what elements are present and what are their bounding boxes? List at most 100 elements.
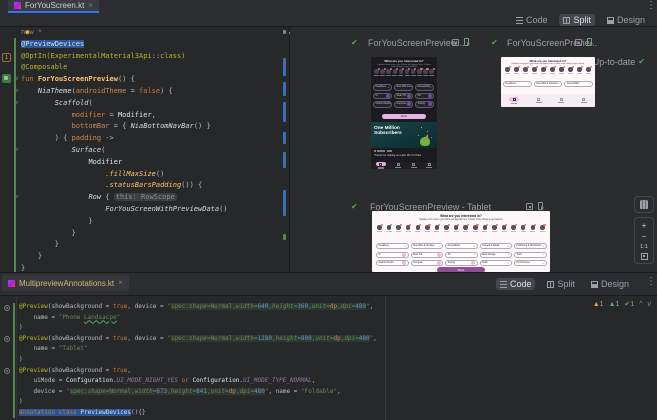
avatar bbox=[511, 225, 516, 232]
close-icon[interactable]: × bbox=[118, 279, 123, 287]
topic-chip: Headlines+ bbox=[376, 243, 409, 249]
tab-multipreview-annotations[interactable]: MultipreviewAnnotations.kt × bbox=[2, 275, 129, 291]
preview-settings-gear-icon[interactable] bbox=[4, 368, 10, 374]
code-line: @Preview(showBackground = true, device =… bbox=[19, 334, 377, 345]
add-topic-circle bbox=[386, 94, 390, 98]
code-editor-bottom[interactable]: @Preview(showBackground = true, device =… bbox=[0, 296, 657, 420]
fold-icon[interactable]: ∨ bbox=[15, 194, 19, 200]
zoom-in-button[interactable]: + bbox=[642, 222, 647, 230]
code-line: n●w * bbox=[21, 27, 228, 39]
zoom-reset-button[interactable]: 1:1 bbox=[640, 244, 648, 250]
code-mode-button[interactable]: Code bbox=[496, 278, 536, 290]
fold-icon[interactable]: ∨ bbox=[15, 147, 19, 153]
nav-item bbox=[536, 98, 542, 103]
authors-row bbox=[505, 67, 591, 74]
news-title: One Million Subscribers bbox=[374, 126, 418, 137]
code-line: modifier = Modifier, bbox=[21, 110, 228, 122]
follow-badge bbox=[448, 224, 450, 226]
avatar bbox=[514, 67, 519, 74]
follow-badge bbox=[518, 66, 520, 68]
preview-card-phone-landscape[interactable]: What are you interested in? Updates from… bbox=[501, 57, 595, 107]
design-mode-button[interactable]: Design bbox=[603, 14, 649, 26]
stripe-mark[interactable] bbox=[283, 102, 286, 122]
code-line: @PreviewDevices bbox=[21, 39, 228, 51]
run-on-device-icon[interactable] bbox=[587, 38, 592, 46]
bookmark-1-icon[interactable]: 1 bbox=[2, 53, 11, 62]
overflow-menu-icon[interactable]: ⋮ bbox=[646, 1, 656, 11]
follow-badge bbox=[509, 66, 511, 68]
follow-badge bbox=[554, 66, 556, 68]
selected-nav-pill bbox=[376, 162, 386, 167]
interactive-mode-icon[interactable] bbox=[452, 39, 459, 46]
topic-chip: 3D+ bbox=[445, 252, 478, 258]
fold-icon[interactable]: ∨ bbox=[15, 88, 19, 94]
topic-chip: UI bbox=[373, 93, 392, 100]
split-icon bbox=[547, 281, 554, 288]
next-problem-icon[interactable]: v bbox=[648, 301, 652, 308]
zoom-to-fit-icon[interactable] bbox=[641, 253, 648, 260]
avatar bbox=[586, 67, 591, 74]
preview-card-tablet[interactable]: What are you interested in? Updates from… bbox=[372, 211, 550, 272]
kotlin-file-icon bbox=[14, 2, 21, 9]
topic-chip: Accessibility+ bbox=[445, 243, 478, 249]
stripe-mark[interactable] bbox=[283, 58, 286, 76]
plus-icon: + bbox=[542, 253, 544, 256]
screen-title: What are you interested in? bbox=[372, 214, 550, 218]
stripe-mark[interactable] bbox=[283, 152, 286, 168]
overflow-menu-icon[interactable]: ⋮ bbox=[646, 277, 656, 287]
prev-problem-icon[interactable]: ^ bbox=[639, 301, 642, 308]
code-line: @Preview(showBackground = true, bbox=[19, 366, 377, 377]
stripe-mark[interactable] bbox=[283, 132, 286, 144]
topic-chip: Data Storage+ bbox=[480, 252, 513, 258]
run-on-device-icon[interactable] bbox=[538, 202, 543, 210]
follow-badge bbox=[543, 224, 545, 226]
close-icon[interactable]: × bbox=[88, 2, 93, 10]
code-mode-button[interactable]: Code bbox=[512, 14, 552, 26]
interactive-mode-icon[interactable] bbox=[526, 203, 533, 210]
pan-tool-button[interactable] bbox=[634, 196, 654, 213]
preview-settings-gear-icon[interactable] bbox=[4, 336, 10, 342]
preview-title-2[interactable]: ForYouScreenPrevie... bbox=[507, 38, 597, 48]
split-mode-button[interactable]: Split bbox=[559, 14, 595, 26]
nav-item bbox=[509, 97, 519, 104]
inspections-widget[interactable]: ▲1 ▲1 ✔1 ^ v bbox=[593, 300, 651, 308]
preview-card-phone-dark[interactable]: What are you interested in? Updates from… bbox=[371, 57, 437, 169]
avatar bbox=[530, 225, 535, 232]
screen-title: What are you interested in? bbox=[371, 59, 437, 63]
code-icon bbox=[500, 281, 507, 288]
split-mode-button[interactable]: Split bbox=[543, 278, 579, 290]
design-icon bbox=[591, 281, 598, 288]
run-on-device-icon[interactable] bbox=[464, 38, 469, 46]
code-editor-top[interactable]: 1 ∨ ∨ ∨ ∨ ∨ n●w *@PreviewDevices@OptIn(E… bbox=[0, 27, 290, 272]
avatar bbox=[523, 67, 528, 74]
design-mode-button[interactable]: Design bbox=[587, 278, 633, 290]
preview-settings-gear-icon[interactable] bbox=[4, 305, 10, 311]
nav-item bbox=[411, 163, 417, 168]
preview-ok-icon: ✔ bbox=[351, 39, 358, 47]
avatar bbox=[521, 225, 526, 232]
topic-chip: UI bbox=[376, 252, 409, 258]
zoom-toolbar: + − 1:1 bbox=[634, 217, 654, 264]
topic-chip: Accessibility+ bbox=[564, 81, 593, 87]
tab-foryouscreen[interactable]: ForYouScreen.kt × bbox=[8, 0, 99, 13]
topic-chip: New APIs & Libraries+ bbox=[394, 84, 413, 91]
code-line: } bbox=[21, 216, 228, 228]
fold-icon[interactable]: ∨ bbox=[15, 76, 19, 82]
nav-item bbox=[395, 163, 401, 168]
code-line: .fillMaxSize() bbox=[21, 169, 228, 181]
preview-ok-icon: ✔ bbox=[491, 39, 498, 47]
stripe-mark[interactable] bbox=[283, 234, 286, 240]
avatar bbox=[463, 225, 468, 232]
interactive-mode-icon[interactable] bbox=[575, 39, 582, 46]
code-line: ForYouScreenWithPreviewData() bbox=[21, 204, 228, 216]
run-preview-gutter-icon[interactable] bbox=[2, 74, 11, 83]
stripe-mark[interactable] bbox=[283, 82, 286, 96]
stripe-mark[interactable] bbox=[283, 30, 286, 34]
avatar bbox=[386, 69, 391, 76]
stripe-mark[interactable] bbox=[283, 190, 286, 216]
fold-icon[interactable]: ∨ bbox=[15, 100, 19, 106]
zoom-out-button[interactable]: − bbox=[642, 233, 647, 241]
avatar bbox=[532, 67, 537, 74]
topic-chip: New APIs & Libraries+ bbox=[534, 81, 563, 87]
pan-hand-icon bbox=[640, 200, 648, 209]
